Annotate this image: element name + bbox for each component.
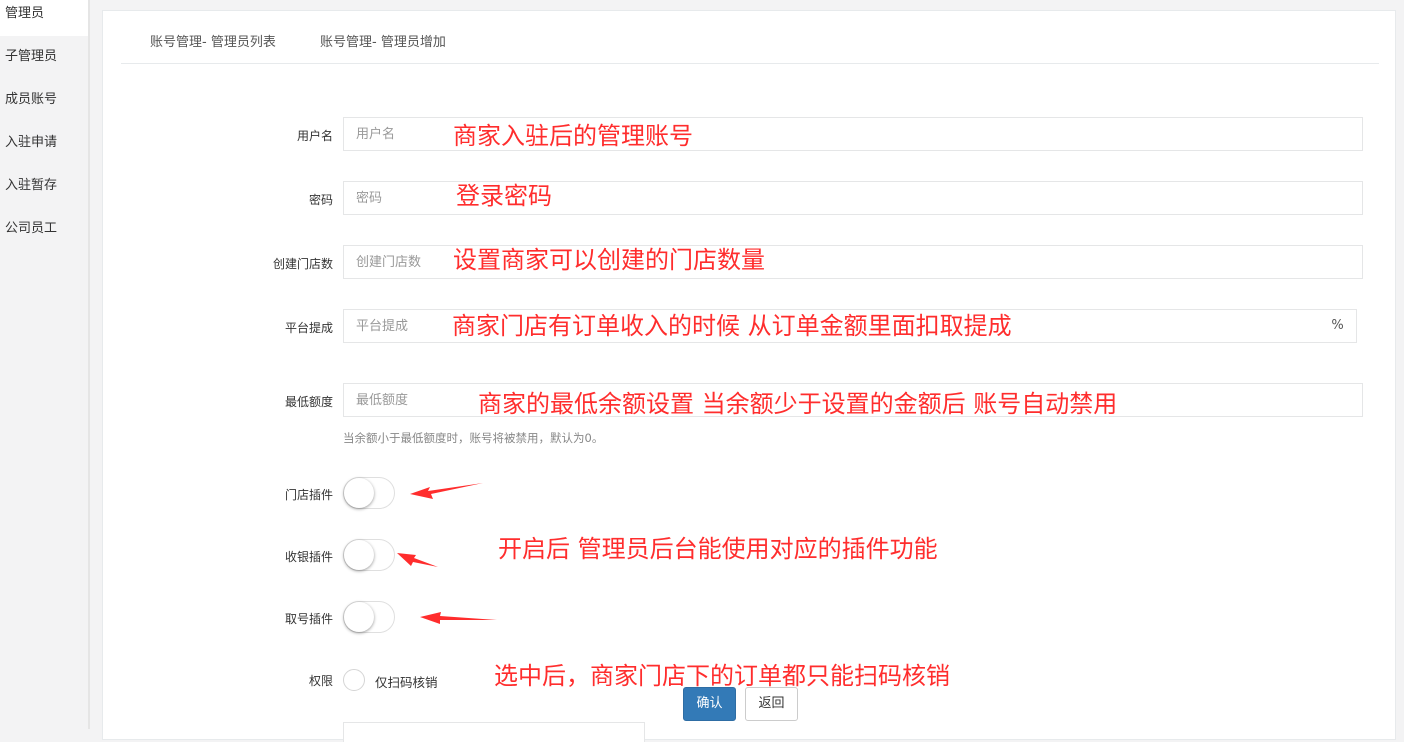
scan-only-radio[interactable]: [343, 669, 365, 691]
commission-label: 平台提成: [284, 321, 333, 335]
confirm-button[interactable]: 确认: [683, 687, 736, 721]
sidebar-divider: [88, 0, 90, 729]
tabs-divider: [121, 63, 1379, 64]
partial-input-box: [343, 722, 645, 742]
sidebar-item-join-draft[interactable]: 入驻暂存: [0, 168, 88, 208]
tab-admin-add[interactable]: 账号管理- 管理员增加: [320, 31, 446, 50]
cashier-plugin-toggle[interactable]: [343, 539, 395, 571]
store-plugin-label: 门店插件: [284, 488, 333, 502]
store-count-label: 创建门店数: [272, 257, 333, 271]
queue-plugin-label: 取号插件: [284, 612, 333, 626]
annotation-store-count: 设置商家可以创建的门店数量: [453, 246, 765, 274]
back-button[interactable]: 返回: [745, 687, 798, 721]
percent-addon: %: [1319, 309, 1357, 343]
username-label: 用户名: [296, 129, 333, 143]
sidebar-item-join-application[interactable]: 入驻申请: [0, 125, 88, 165]
store-plugin-toggle[interactable]: [343, 477, 395, 509]
annotation-commission: 商家门店有订单收入的时候 从订单金额里面扣取提成: [452, 312, 1012, 340]
toggle-knob: [344, 478, 374, 508]
toggle-knob: [344, 540, 374, 570]
tab-admin-list[interactable]: 账号管理- 管理员列表: [150, 31, 276, 50]
annotation-password: 登录密码: [456, 182, 552, 210]
scan-only-option-label: 仅扫码核销: [375, 675, 438, 690]
annotation-plugins: 开启后 管理员后台能使用对应的插件功能: [498, 535, 938, 563]
sidebar-item-member-account[interactable]: 成员账号: [0, 82, 88, 122]
sidebar-item-admin[interactable]: 管理员: [0, 0, 88, 36]
password-label: 密码: [308, 193, 333, 207]
min-balance-label: 最低额度: [284, 395, 333, 409]
permission-label: 权限: [308, 674, 333, 688]
annotation-min-balance: 商家的最低余额设置 当余额少于设置的金额后 账号自动禁用: [478, 390, 1118, 418]
sidebar-item-sub-admin[interactable]: 子管理员: [0, 39, 88, 79]
queue-plugin-toggle[interactable]: [343, 601, 395, 633]
cashier-plugin-label: 收银插件: [284, 550, 333, 564]
sidebar-item-company-staff[interactable]: 公司员工: [0, 211, 88, 251]
min-balance-help: 当余额小于最低额度时，账号将被禁用，默认为0。: [343, 431, 604, 445]
sidebar: 管理员 子管理员 成员账号 入驻申请 入驻暂存 公司员工: [0, 0, 88, 729]
annotation-username: 商家入驻后的管理账号: [453, 122, 693, 150]
annotation-permission: 选中后，商家门店下的订单都只能扫码核销: [494, 662, 950, 690]
toggle-knob: [344, 602, 374, 632]
